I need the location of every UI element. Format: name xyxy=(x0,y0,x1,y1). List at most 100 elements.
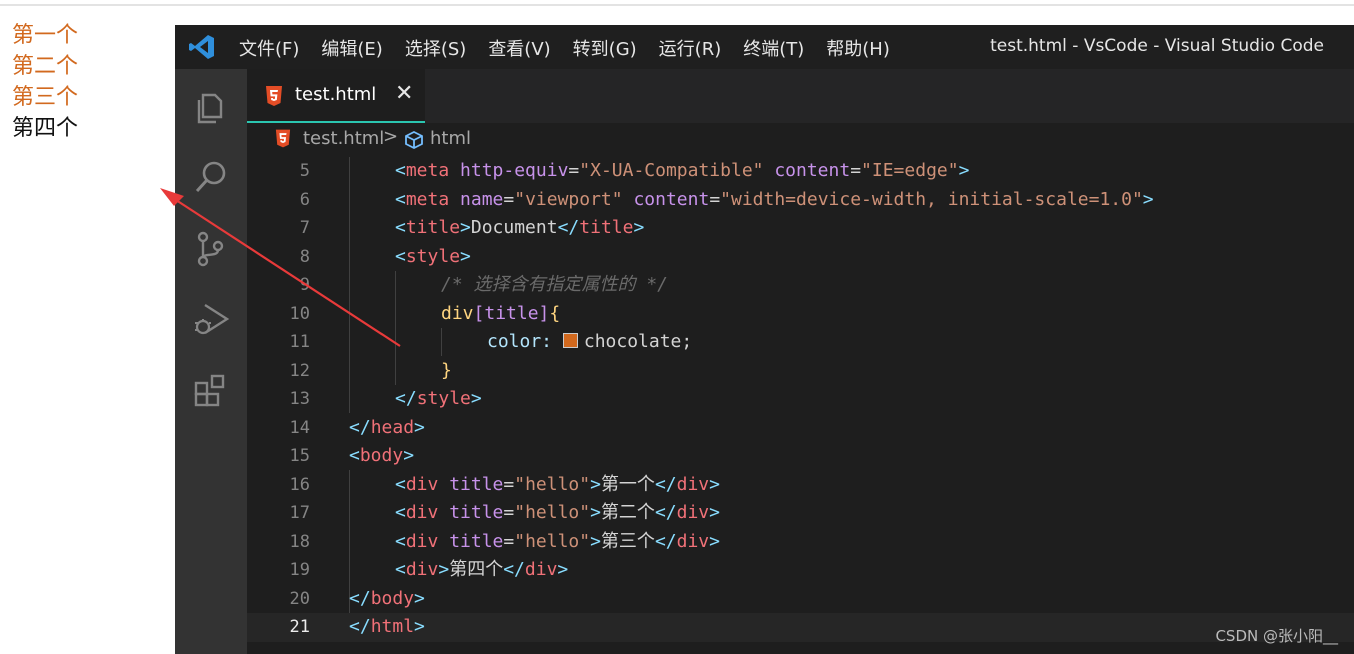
breadcrumb-separator: > xyxy=(383,126,399,147)
code-token: < xyxy=(395,559,406,580)
code-line: 6 <meta name="viewport" content="width=de… xyxy=(247,186,1354,215)
code-token: title xyxy=(438,530,504,552)
menu-help[interactable]: 帮助(H) xyxy=(826,35,890,61)
line-number: 15 xyxy=(289,446,310,466)
code-text: div[title]{ xyxy=(441,300,560,329)
code-token: 第三个 xyxy=(600,530,655,552)
menu-file[interactable]: 文件(F) xyxy=(239,35,299,61)
code-token: = xyxy=(503,473,515,495)
code-token: div xyxy=(405,530,439,552)
code-token: > xyxy=(557,559,569,580)
code-text: <title>Document</title> xyxy=(395,214,644,243)
code-token: "IE=edge" xyxy=(861,160,959,181)
code-token: http-equiv xyxy=(449,160,569,181)
code-token: > xyxy=(403,445,415,466)
menu-view[interactable]: 查看(V) xyxy=(488,35,550,61)
code-token: > xyxy=(414,587,425,609)
line-number: 17 xyxy=(289,503,310,523)
code-token: > xyxy=(590,530,601,552)
code-token: div xyxy=(676,473,710,495)
code-token: style xyxy=(405,245,461,267)
code-token: Document xyxy=(470,217,558,238)
breadcrumb-file[interactable]: test.html xyxy=(303,128,384,149)
code-token: "width=device-width, initial-scale=1.0" xyxy=(720,188,1143,210)
code-token: div xyxy=(405,559,439,580)
line-number: 21 xyxy=(289,617,310,637)
code-text: color: chocolate; xyxy=(487,328,692,357)
code-token: title xyxy=(405,217,461,238)
code-text: </style> xyxy=(395,385,482,414)
line-number: 6 xyxy=(299,189,310,210)
code-line: 20 </body> xyxy=(247,585,1354,614)
code-token: = xyxy=(709,188,721,210)
code-token: > xyxy=(470,388,482,409)
menu-run[interactable]: 运行(R) xyxy=(659,35,722,61)
code-line: 19 <div>第四个</div> xyxy=(247,556,1354,585)
code-token: < xyxy=(395,473,406,495)
tab-test-html[interactable]: test.html ✕ xyxy=(247,69,425,123)
search-icon[interactable] xyxy=(191,157,231,197)
menu-edit[interactable]: 编辑(E) xyxy=(321,35,382,61)
code-token: </ xyxy=(349,416,371,438)
code-token: div xyxy=(441,302,474,324)
menu-terminal[interactable]: 终端(T) xyxy=(743,35,804,61)
tab-close-icon[interactable]: ✕ xyxy=(395,81,413,106)
line-number: 16 xyxy=(289,474,310,495)
code-token: > xyxy=(414,616,425,637)
code-token: > xyxy=(709,502,720,523)
line-number: 8 xyxy=(299,246,310,267)
run-debug-icon[interactable] xyxy=(191,299,231,339)
code-line: 5 <meta http-equiv="X-UA-Compatible" cont… xyxy=(247,157,1354,186)
code-token: /* 选择含有指定属性的 */ xyxy=(441,274,669,295)
code-editor[interactable]: 5 <meta http-equiv="X-UA-Compatible" cont… xyxy=(247,157,1354,654)
code-text: <meta name="viewport" content="width=dev… xyxy=(395,186,1154,215)
code-token: </ xyxy=(654,502,677,523)
code-line: 16 <div title="hello">第一个</div> xyxy=(247,471,1354,500)
line-number: 7 xyxy=(299,218,310,238)
code-token: content xyxy=(622,188,710,210)
code-token: ] xyxy=(538,302,550,324)
code-token: </ xyxy=(349,616,371,637)
code-token: 第二个 xyxy=(600,502,655,523)
code-token: content xyxy=(763,160,851,181)
preview-item-4: 第四个 xyxy=(12,116,79,141)
symbol-cube-icon xyxy=(405,130,423,150)
code-line: 11 color: chocolate; xyxy=(247,328,1354,357)
code-token: title xyxy=(438,473,504,495)
vscode-window: 文件(F) 编辑(E) 选择(S) 查看(V) 转到(G) 运行(R) 终端(T… xyxy=(175,25,1354,654)
code-token: name xyxy=(449,188,504,210)
code-token: "X-UA-Compatible" xyxy=(579,160,764,181)
menu-selection[interactable]: 选择(S) xyxy=(405,35,466,61)
code-token: < xyxy=(395,217,406,238)
code-token: div xyxy=(405,502,439,523)
html5-file-icon xyxy=(266,86,282,106)
tab-label: test.html xyxy=(295,84,377,105)
extensions-icon[interactable] xyxy=(191,371,231,411)
code-text: } xyxy=(441,357,452,386)
code-line: 21 </html> xyxy=(247,613,1354,642)
line-number: 9 xyxy=(299,275,310,295)
line-number: 11 xyxy=(289,332,310,352)
code-line: 8 <style> xyxy=(247,243,1354,272)
code-token: < xyxy=(395,530,406,552)
code-token: title xyxy=(579,217,634,238)
source-control-icon[interactable] xyxy=(191,229,231,269)
color-swatch[interactable] xyxy=(562,333,578,348)
menu-go[interactable]: 转到(G) xyxy=(573,35,637,61)
code-text: <div title="hello">第一个</div> xyxy=(395,471,720,500)
code-token: "hello" xyxy=(514,530,591,552)
line-number: 18 xyxy=(289,531,310,552)
preview-item-2: 第二个 xyxy=(12,54,79,79)
code-text: <div title="hello">第二个</div> xyxy=(395,499,720,528)
code-token: 第四个 xyxy=(449,559,504,580)
explorer-icon[interactable] xyxy=(191,87,231,127)
code-token: color: xyxy=(487,331,563,352)
code-text: </body> xyxy=(349,585,425,614)
code-token: </ xyxy=(349,587,371,609)
code-token: > xyxy=(633,217,645,238)
code-token: } xyxy=(441,359,452,381)
code-token: body xyxy=(359,445,404,466)
window-title: test.html - VsCode - Visual Studio Code xyxy=(990,36,1324,56)
breadcrumb-symbol[interactable]: html xyxy=(430,128,471,149)
code-token: html xyxy=(370,616,415,637)
